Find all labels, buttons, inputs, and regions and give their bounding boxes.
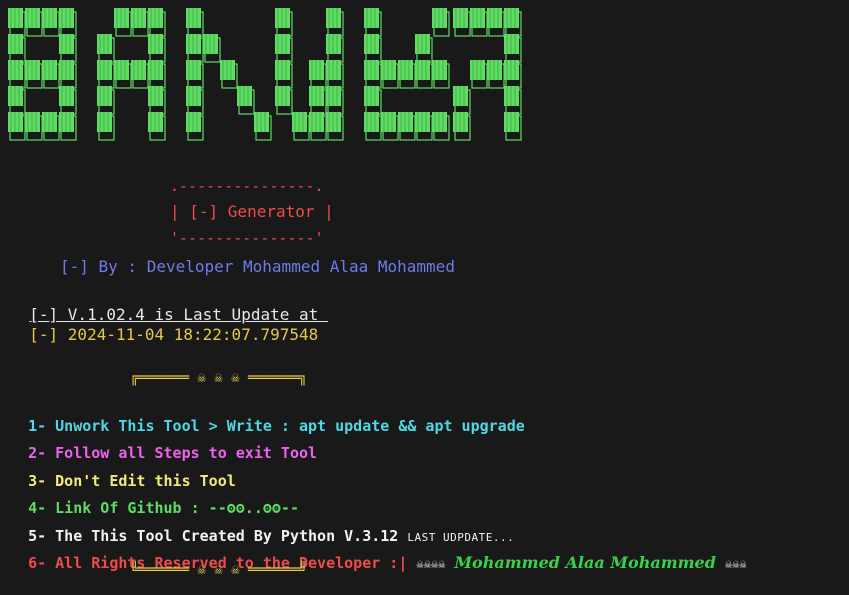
banner-block xyxy=(381,112,396,132)
developer-credit: [-] By : Developer Mohammed Alaa Mohamme… xyxy=(60,257,455,276)
banner-block xyxy=(432,60,447,80)
banner-block xyxy=(275,8,290,28)
banner-block xyxy=(97,60,112,80)
banner-block xyxy=(59,60,74,80)
step-6-number: 6- xyxy=(28,554,47,572)
banner-block xyxy=(364,34,379,54)
frame-top: ╔══════ ☠ ☠ ☠ ══════╗ xyxy=(130,370,308,386)
banner-block xyxy=(504,34,519,54)
banner-block xyxy=(186,112,201,132)
banner-block xyxy=(148,34,163,54)
skull-decoration-left: ☠☠☠☠ xyxy=(416,557,446,571)
step-6: 6- All Rights Reserved to the Developer … xyxy=(10,533,747,574)
banner-block xyxy=(148,86,163,106)
banner-block xyxy=(8,60,23,80)
banner-block xyxy=(97,34,112,54)
update-line: [-] V.1.02.4 is Last Update at [-] 2024-… xyxy=(10,285,328,345)
banner-block xyxy=(59,112,74,132)
banner-block xyxy=(42,60,57,80)
banner-block xyxy=(8,8,23,28)
skull-decoration-right: ☠☠☠ xyxy=(724,557,747,571)
banner-block xyxy=(131,8,146,28)
banner-block xyxy=(326,112,341,132)
banner-block xyxy=(114,8,129,28)
banner-block xyxy=(364,86,379,106)
banner-block xyxy=(97,112,112,132)
banner-block xyxy=(398,112,413,132)
banner-block xyxy=(326,60,341,80)
banner-block xyxy=(186,34,201,54)
banner-block xyxy=(309,86,324,106)
banner-block xyxy=(453,112,468,132)
banner-block xyxy=(326,8,341,28)
banner-block xyxy=(114,60,129,80)
banner-block xyxy=(186,8,201,28)
banner-block xyxy=(364,112,379,132)
banner-block xyxy=(8,86,23,106)
banner-block xyxy=(220,60,235,80)
banner-block xyxy=(131,60,146,80)
banner-block xyxy=(186,60,201,80)
banner-block xyxy=(432,112,447,132)
banner-block xyxy=(148,60,163,80)
banner-block xyxy=(275,86,290,106)
banner-block xyxy=(453,8,468,28)
frame-bottom: ╚══════ ☠ ☠ ☠ ══════╝ xyxy=(130,562,308,578)
banner-block xyxy=(487,60,502,80)
banner-block xyxy=(453,86,468,106)
banner-block xyxy=(415,60,430,80)
banner-block xyxy=(8,34,23,54)
banner-block xyxy=(186,86,201,106)
banner-block xyxy=(203,34,218,54)
banner-block xyxy=(309,60,324,80)
banner-block xyxy=(25,60,40,80)
banner-block xyxy=(148,112,163,132)
banner-block xyxy=(398,60,413,80)
banner-block xyxy=(254,112,269,132)
banner-block xyxy=(59,86,74,106)
banner-block xyxy=(42,112,57,132)
generator-box-title: | [-] Generator | xyxy=(170,202,334,221)
banner-block xyxy=(25,8,40,28)
banner-block xyxy=(59,8,74,28)
generator-box-bottom: '---------------' xyxy=(170,229,324,247)
author-name: Mohammed Alaa Mohammed xyxy=(454,553,716,572)
banner-block xyxy=(470,8,485,28)
banner-block xyxy=(504,86,519,106)
banner-block xyxy=(326,86,341,106)
banner-block xyxy=(326,34,341,54)
banner-block xyxy=(364,8,379,28)
banner-block xyxy=(487,8,502,28)
banner-block xyxy=(97,86,112,106)
banner-block xyxy=(470,60,485,80)
banner-block xyxy=(148,8,163,28)
banner-block xyxy=(504,112,519,132)
banner-block xyxy=(381,60,396,80)
banner-block xyxy=(292,112,307,132)
banner-block xyxy=(25,112,40,132)
banner-block xyxy=(415,34,430,54)
banner-block xyxy=(42,8,57,28)
generator-box-top: .---------------. xyxy=(170,177,324,195)
banner-block xyxy=(504,8,519,28)
banner-block xyxy=(275,60,290,80)
banner-block xyxy=(275,34,290,54)
banner-block xyxy=(504,60,519,80)
banner-block xyxy=(309,112,324,132)
banner-block xyxy=(59,34,74,54)
banner-block xyxy=(237,86,252,106)
banner-block xyxy=(8,112,23,132)
banner-block xyxy=(432,8,447,28)
banner-block xyxy=(415,112,430,132)
banner-block xyxy=(364,60,379,80)
ascii-banner-logo xyxy=(8,8,522,141)
update-timestamp: [-] 2024-11-04 18:22:07.797548 xyxy=(29,325,319,344)
version-text: [-] V.1.02.4 is Last Update at xyxy=(29,305,328,324)
